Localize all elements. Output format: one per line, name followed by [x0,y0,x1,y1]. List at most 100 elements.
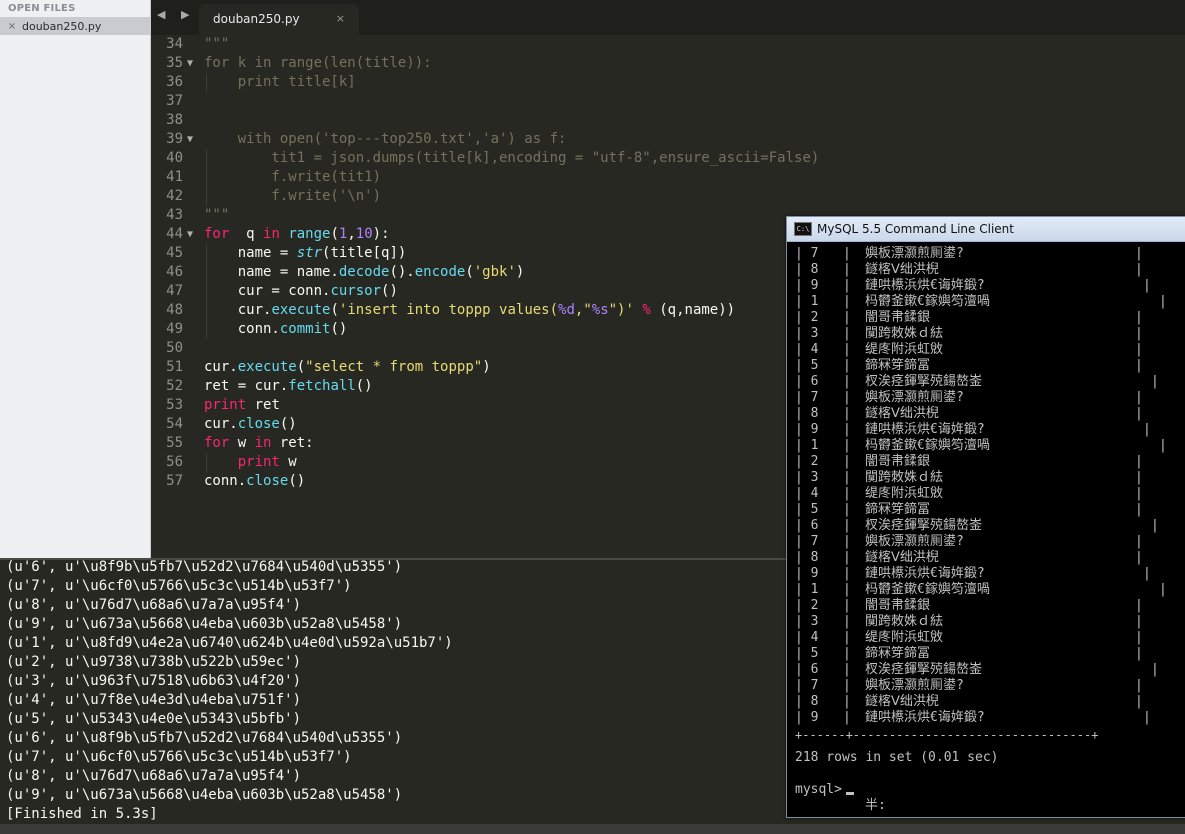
code-line[interactable]: 40 tit1 = json.dumps(title[k],encoding =… [151,149,1185,168]
row-name: 嬩板漂灏煎厠鍙? [865,678,964,693]
code-line[interactable]: 42 f.write('\n') [151,187,1185,206]
code-token: print [237,454,280,470]
code-text: tit1 = json.dumps(title[k],encoding = "u… [204,149,819,168]
row-name: 鍗冧笌鍗冨 [865,502,931,517]
code-token: encode [414,264,466,280]
code-token: ): [372,226,390,242]
column-divider: | [843,342,851,357]
column-divider: | [843,486,851,501]
result-row: | 8 | 鐩楁Ⅴ绌洪棿 | [795,694,1143,710]
code-token: conn. [204,321,280,337]
mysql-console-body[interactable]: | 7 | 嬩板漂灏煎厠鍙? | | 8 | 鐩楁Ⅴ绌洪棿 | | 9 | 鏈哄櫒浜烘€诲姩鍛? | |… [787,242,1185,817]
result-row: | 7 | 嬩板漂灏煎厠鍙? | [795,390,1143,406]
code-token: execute [237,359,297,375]
line-number: 46 [166,264,183,280]
code-line[interactable]: 41 f.write(tit1) [151,168,1185,187]
row-name: 鐩楁Ⅴ绌洪棿 [865,262,939,277]
result-row: | 5 | 鍗冧笌鍗冨 | [795,646,1143,662]
code-token: () [330,321,348,337]
tab-douban250[interactable]: douban250.py × [199,4,359,35]
row-id: | 5 [795,358,819,373]
row-id: | 1 [795,294,819,309]
column-divider: | [843,454,851,469]
column-divider: | [843,502,851,517]
result-row: | 5 | 鍗冧笌鍗冨 | [795,502,1143,518]
output-line: (u'3', u'\u963f\u7518\u6b63\u4f20') [6,673,302,689]
fold-arrow-icon[interactable]: ▼ [187,130,193,149]
code-token: """ [204,36,230,52]
column-divider: | [843,614,851,629]
code-token: str [296,245,323,261]
column-divider: | [843,518,851,533]
column-divider: | [843,390,851,405]
code-token: f.write(tit1) [204,169,382,185]
fold-arrow-icon[interactable]: ▼ [187,225,193,244]
code-line[interactable]: 36 print title[k] [151,73,1185,92]
row-end-divider: | [1135,598,1143,613]
output-line: (u'8', u'\u76d7\u68a6\u7a7a\u95f4') [6,597,302,613]
row-name: 杩欎釜鏉€鎵嬩笉澶喎 [865,582,990,597]
line-number: 40 [166,150,183,166]
code-line[interactable]: 38 [151,111,1185,130]
line-number: 50 [166,340,183,356]
row-end-divider: | [1151,662,1159,677]
code-text: f.write('\n') [204,187,381,206]
line-number: 47 [166,283,183,299]
column-divider: | [843,582,851,597]
column-divider: | [843,406,851,421]
code-token: ) [515,264,525,280]
row-end-divider: | [1135,550,1143,565]
row-end-divider: | [1135,630,1143,645]
output-line: (u'8', u'\u76d7\u68a6\u7a7a\u95f4') [6,768,302,784]
line-number: 48 [166,302,183,318]
code-line[interactable]: 39 ▼ with open('top---top250.txt','a') as… [151,130,1185,149]
row-end-divider: | [1135,342,1143,357]
row-end-divider: | [1135,470,1143,485]
close-file-icon[interactable]: × [6,21,18,32]
result-row: | 2 | 闇哥帇鍒銀 | [795,598,1143,614]
row-name: 杈涘痉鍕掔殑鍚嶅崟 [865,518,983,533]
row-end-divider: | [1135,310,1143,325]
code-token: tit1 = json.dumps(title[k],encoding = "u… [204,150,820,166]
tab-nav-arrows-icon[interactable]: ◀ ▶ [157,8,195,21]
row-name: 杈涘痉鍕掔殑鍚嶅崟 [865,374,983,389]
output-line: (u'4', u'\u7f8e\u4e3d\u4eba\u751f') [6,692,302,708]
row-id: | 9 [795,422,819,437]
ime-indicator: 半: [865,798,886,813]
tab-close-icon[interactable]: × [336,12,345,25]
result-row: | 6 | 杈涘痉鍕掔殑鍚嶅崟 | [795,662,1159,678]
code-token: ) [482,359,491,375]
mysql-console-window[interactable]: C:\ MySQL 5.5 Command Line Client | 7 | 嬩板… [786,216,1185,818]
line-number: 39 [166,131,183,147]
code-token: with open('top---top250.txt','a') as f: [204,131,567,147]
result-row: | 3 | 闃跨敇姝ｄ紶 | [795,470,1143,486]
sidebar-file-item[interactable]: × douban250.py [0,17,150,35]
code-token: (q,name)) [650,302,736,318]
line-number: 56 [166,454,183,470]
code-text: print title[k] [204,73,356,92]
code-line[interactable]: 37 [151,92,1185,111]
mysql-prompt[interactable]: mysql> [795,782,854,798]
code-line[interactable]: 35 ▼ for k in range(len(title)): [151,54,1185,73]
column-divider: | [843,310,851,325]
result-row: | 8 | 鐩楁Ⅴ绌洪棿 | [795,550,1143,566]
result-row: | 3 | 闃跨敇姝ｄ紶 | [795,614,1143,630]
code-text: with open('top---top250.txt','a') as f: [204,130,567,149]
row-name: 嬩板漂灏煎厠鍙? [865,390,964,405]
code-token: close [237,416,280,432]
code-token: %d [558,302,575,318]
mysql-window-title: MySQL 5.5 Command Line Client [817,222,1014,236]
row-id: | 3 [795,470,819,485]
mysql-title-bar[interactable]: C:\ MySQL 5.5 Command Line Client [787,217,1185,242]
code-token: w [279,454,297,470]
output-line: (u'6', u'\u8f9b\u5fb7\u52d2\u7684\u540d\… [6,559,403,575]
code-text: """ [204,206,229,225]
row-name: 缇庝附浜虹敓 [865,342,944,357]
fold-arrow-icon[interactable]: ▼ [187,54,193,73]
code-line[interactable]: 34 """ [151,35,1185,54]
row-id: | 7 [795,534,819,549]
line-number: 57 [166,473,183,489]
code-text: cur.close() [204,415,297,434]
row-end-divider: | [1135,502,1143,517]
